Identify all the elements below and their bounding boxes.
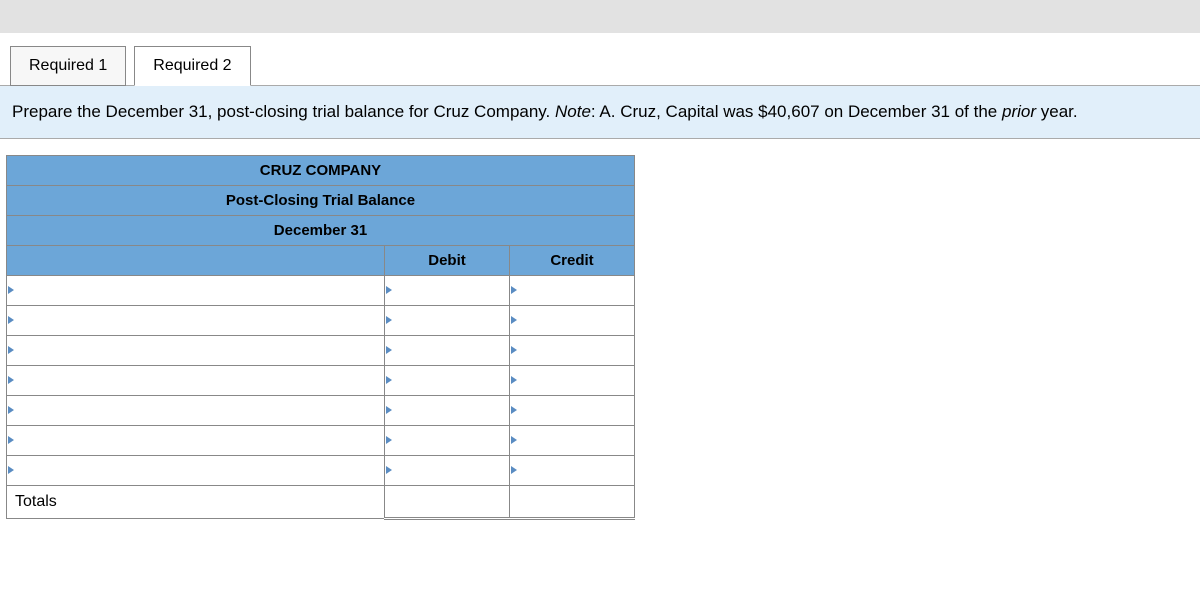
dropdown-icon xyxy=(386,436,392,444)
dropdown-icon xyxy=(8,376,14,384)
dropdown-icon xyxy=(386,376,392,384)
worksheet-title: Post-Closing Trial Balance xyxy=(7,185,635,215)
dropdown-icon xyxy=(511,376,517,384)
dropdown-icon xyxy=(386,406,392,414)
dropdown-icon xyxy=(511,406,517,414)
instruction-prefix: Prepare the December 31, post-closing tr… xyxy=(12,102,555,121)
dropdown-icon xyxy=(8,286,14,294)
tabs-container: Required 1 Required 2 xyxy=(0,34,1200,86)
debit-input-1[interactable] xyxy=(387,282,507,298)
account-input-3[interactable] xyxy=(9,342,382,358)
dropdown-icon xyxy=(8,436,14,444)
instruction-panel: Prepare the December 31, post-closing tr… xyxy=(0,85,1200,139)
dropdown-icon xyxy=(386,346,392,354)
dropdown-icon xyxy=(8,466,14,474)
dropdown-icon xyxy=(511,316,517,324)
debit-input-6[interactable] xyxy=(387,432,507,448)
trial-balance-table: CRUZ COMPANY Post-Closing Trial Balance … xyxy=(6,155,635,520)
debit-input-5[interactable] xyxy=(387,402,507,418)
dropdown-icon xyxy=(386,286,392,294)
credit-input-3[interactable] xyxy=(512,342,632,358)
account-input-7[interactable] xyxy=(9,462,382,478)
dropdown-icon xyxy=(8,406,14,414)
instruction-note-label: Note xyxy=(555,102,591,121)
credit-column-header: Credit xyxy=(510,245,635,275)
credit-input-7[interactable] xyxy=(512,462,632,478)
credit-input-4[interactable] xyxy=(512,372,632,388)
dropdown-icon xyxy=(8,316,14,324)
debit-column-header: Debit xyxy=(385,245,510,275)
account-column-header xyxy=(7,245,385,275)
instruction-prior: prior xyxy=(1002,102,1036,121)
dropdown-icon xyxy=(511,286,517,294)
credit-input-1[interactable] xyxy=(512,282,632,298)
credit-input-5[interactable] xyxy=(512,402,632,418)
account-input-1[interactable] xyxy=(9,282,382,298)
account-input-2[interactable] xyxy=(9,312,382,328)
credit-total xyxy=(510,485,635,518)
company-name: CRUZ COMPANY xyxy=(7,155,635,185)
dropdown-icon xyxy=(386,466,392,474)
top-bar xyxy=(0,0,1200,34)
credit-input-6[interactable] xyxy=(512,432,632,448)
debit-input-4[interactable] xyxy=(387,372,507,388)
account-input-4[interactable] xyxy=(9,372,382,388)
dropdown-icon xyxy=(511,436,517,444)
debit-total xyxy=(385,485,510,518)
credit-input-2[interactable] xyxy=(512,312,632,328)
tab-required-1[interactable]: Required 1 xyxy=(10,46,126,86)
account-input-6[interactable] xyxy=(9,432,382,448)
debit-input-7[interactable] xyxy=(387,462,507,478)
totals-label: Totals xyxy=(7,485,385,518)
tab-required-2[interactable]: Required 2 xyxy=(134,46,250,86)
dropdown-icon xyxy=(511,466,517,474)
instruction-suffix: year. xyxy=(1036,102,1078,121)
account-input-5[interactable] xyxy=(9,402,382,418)
debit-input-3[interactable] xyxy=(387,342,507,358)
worksheet-date: December 31 xyxy=(7,215,635,245)
debit-input-2[interactable] xyxy=(387,312,507,328)
dropdown-icon xyxy=(8,346,14,354)
dropdown-icon xyxy=(511,346,517,354)
instruction-note-text: : A. Cruz, Capital was $40,607 on Decemb… xyxy=(591,102,1002,121)
dropdown-icon xyxy=(386,316,392,324)
